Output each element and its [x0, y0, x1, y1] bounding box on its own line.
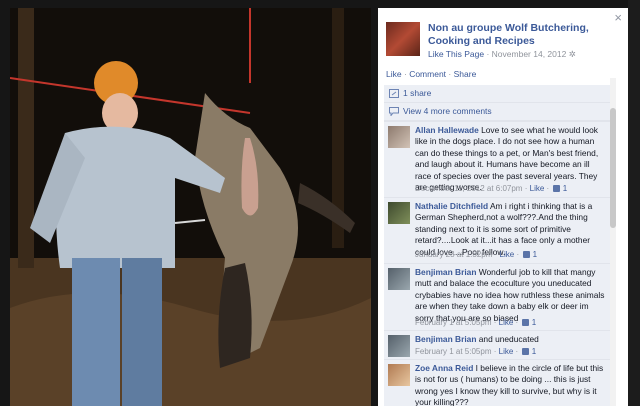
- comment-bubble-icon: [389, 107, 399, 116]
- view-more-row[interactable]: View 4 more comments: [384, 103, 612, 121]
- comment-like-link[interactable]: Like: [499, 318, 514, 327]
- comment-item: Benjiman Brian Wonderful job to kill tha…: [384, 263, 612, 331]
- comment-author[interactable]: Allan Hallewade: [415, 125, 479, 135]
- comment-like-count[interactable]: 1: [532, 347, 536, 356]
- comment-like-link[interactable]: Like: [499, 347, 514, 356]
- shares-count[interactable]: 1 share: [403, 88, 431, 98]
- meta-separator: ·: [515, 347, 519, 356]
- comment-item: Nathalie Ditchfield Am i right i thinkin…: [384, 197, 612, 264]
- comment-text: Love to see what he would look like in t…: [415, 125, 599, 193]
- meta-separator: ·: [516, 250, 520, 259]
- comment-item: Zoe Anna Reid I believe in the circle of…: [384, 359, 612, 406]
- like-page-link[interactable]: Like This Page: [428, 49, 484, 59]
- meta-separator: ·: [515, 318, 519, 327]
- page-meta: Like This Page · November 14, 2012 ✲: [428, 49, 618, 60]
- view-more-comments[interactable]: View 4 more comments: [403, 106, 492, 116]
- right-edge-strip: [628, 0, 640, 406]
- comment-date[interactable]: December 11, 2012 at 6:07pm: [415, 184, 522, 193]
- avatar[interactable]: [388, 364, 410, 386]
- comment-meta: February 1 at 5:05pm · Like · 1: [415, 347, 536, 356]
- comment-like-link[interactable]: Like: [530, 184, 545, 193]
- comment-body: Benjiman Brian Wonderful job to kill tha…: [415, 267, 607, 324]
- page-name-link[interactable]: Non au groupe Wolf Butchering, Cooking a…: [428, 22, 608, 48]
- comment-meta: December 11, 2012 at 6:07pm · Like · 1: [415, 184, 567, 193]
- scrollbar-thumb[interactable]: [610, 108, 616, 228]
- comment-item: Benjiman Brian and uneducated February 1…: [384, 330, 612, 360]
- action-separator: ·: [448, 69, 452, 79]
- comment-author[interactable]: Benjiman Brian: [415, 267, 476, 277]
- action-separator: ·: [403, 69, 407, 79]
- comment-like-count[interactable]: 1: [532, 318, 536, 327]
- audience-gear-icon: ✲: [568, 49, 576, 59]
- comment-like-link[interactable]: Like: [500, 250, 515, 259]
- comment-like-count[interactable]: 1: [563, 184, 567, 193]
- comment-meta: January 23 at 1:32pm · Like · 1: [415, 250, 537, 259]
- photo-illustration: [10, 8, 371, 406]
- comment-body: Zoe Anna Reid I believe in the circle of…: [415, 363, 607, 406]
- comment-action[interactable]: Comment: [409, 69, 446, 79]
- comment-author[interactable]: Zoe Anna Reid: [415, 363, 473, 373]
- avatar[interactable]: [388, 335, 410, 357]
- avatar[interactable]: [388, 268, 410, 290]
- thumbs-up-icon: [523, 251, 531, 258]
- meta-separator: ·: [524, 184, 528, 193]
- comment-date[interactable]: February 1 at 5:05pm: [415, 318, 491, 327]
- meta-separator: ·: [493, 318, 497, 327]
- thumbs-up-icon: [553, 185, 561, 192]
- panel-scrollbar[interactable]: [610, 78, 616, 406]
- page-avatar[interactable]: [386, 22, 420, 56]
- close-icon[interactable]: ×: [614, 10, 622, 25]
- comment-like-count[interactable]: 1: [533, 250, 537, 259]
- comment-date[interactable]: February 1 at 5:05pm: [415, 347, 491, 356]
- comment-author[interactable]: Nathalie Ditchfield: [415, 201, 488, 211]
- post-photo[interactable]: [10, 8, 371, 406]
- like-action[interactable]: Like: [386, 69, 402, 79]
- meta-separator: ·: [546, 184, 550, 193]
- share-action[interactable]: Share: [454, 69, 477, 79]
- avatar[interactable]: [388, 126, 410, 148]
- comment-text: and uneducated: [478, 334, 539, 344]
- avatar[interactable]: [388, 202, 410, 224]
- thumbs-up-icon: [522, 319, 530, 326]
- comment-body: Benjiman Brian and uneducated: [415, 334, 607, 345]
- post-actions: Like · Comment · Share: [386, 69, 476, 79]
- comment-item: Allan Hallewade Love to see what he woul…: [384, 121, 612, 198]
- share-icon: [389, 89, 399, 98]
- meta-separator: ·: [494, 250, 498, 259]
- meta-separator: ·: [493, 347, 497, 356]
- comment-author[interactable]: Benjiman Brian: [415, 334, 476, 344]
- thumbs-up-icon: [522, 348, 530, 355]
- meta-separator: ·: [486, 49, 490, 59]
- comment-meta: February 1 at 5:05pm · Like · 1: [415, 318, 536, 327]
- shares-row[interactable]: 1 share: [384, 85, 612, 103]
- comment-date[interactable]: January 23 at 1:32pm: [415, 250, 492, 259]
- post-date[interactable]: November 14, 2012: [492, 49, 567, 59]
- post-panel: × Non au groupe Wolf Butchering, Cooking…: [378, 8, 628, 406]
